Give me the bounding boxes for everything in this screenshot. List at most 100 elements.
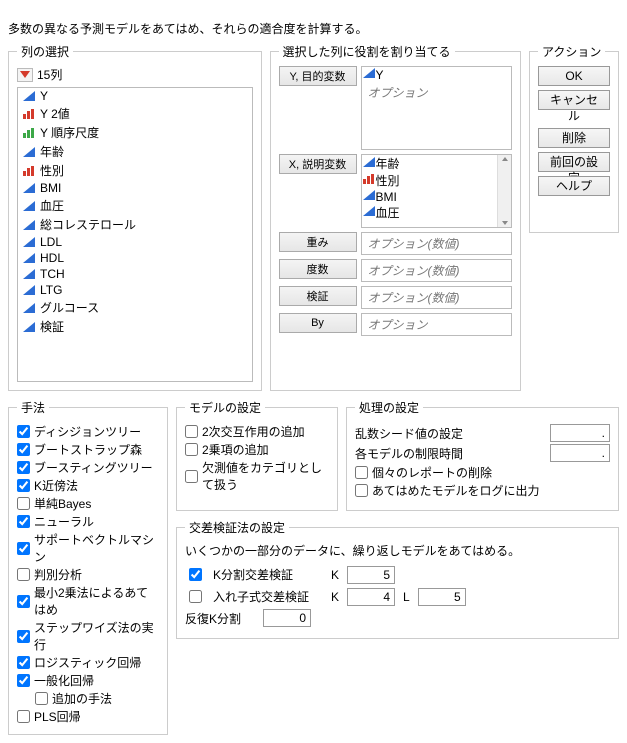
method-checkbox[interactable]: [35, 692, 48, 705]
method-checkbox[interactable]: [17, 497, 30, 510]
cont-blue-icon: [22, 219, 36, 231]
nested-k-input[interactable]: [347, 588, 395, 606]
role-y-button[interactable]: Y, 目的変数: [279, 66, 357, 86]
method-label[interactable]: 一般化回帰: [34, 672, 94, 689]
method-label[interactable]: 判別分析: [34, 566, 82, 583]
nested-l-input[interactable]: [418, 588, 466, 606]
method-label[interactable]: K近傍法: [34, 477, 78, 494]
proc-setting-label[interactable]: 個々のレポートの削除: [372, 464, 492, 481]
kfold-checkbox[interactable]: [189, 568, 202, 581]
method-label[interactable]: サポートベクトルマシン: [34, 531, 159, 565]
kfold-label[interactable]: K分割交差検証: [213, 566, 323, 583]
timelimit-input[interactable]: [550, 444, 610, 462]
role-by-box[interactable]: オプション: [361, 313, 513, 336]
method-checkbox[interactable]: [17, 674, 30, 687]
list-item[interactable]: HDL: [18, 250, 252, 266]
repeat-input[interactable]: [263, 609, 311, 627]
cont-blue-icon: [22, 146, 36, 158]
role-x-scrollbar[interactable]: [497, 155, 511, 227]
method-checkbox[interactable]: [17, 479, 30, 492]
model-setting-label[interactable]: 欠測値をカテゴリとして扱う: [202, 459, 329, 493]
role-x-box[interactable]: 年齢性別BMI血圧: [361, 154, 513, 228]
ok-button[interactable]: OK: [538, 66, 610, 86]
cancel-button[interactable]: キャンセル: [538, 90, 610, 110]
model-setting-label[interactable]: 2乗項の追加: [202, 441, 269, 458]
model-setting-checkbox[interactable]: [185, 425, 198, 438]
method-label[interactable]: ディシジョンツリー: [34, 423, 141, 440]
method-label[interactable]: ブースティングツリー: [34, 459, 153, 476]
list-item[interactable]: BMI: [18, 180, 252, 196]
kfold-k-input[interactable]: [347, 566, 395, 584]
method-label[interactable]: ブートストラップ森: [34, 441, 142, 458]
remove-button[interactable]: 削除: [538, 128, 610, 148]
role-x-button[interactable]: X, 説明変数: [279, 154, 357, 174]
list-item[interactable]: Y 2値: [18, 104, 252, 123]
method-item: 判別分析: [17, 566, 159, 583]
method-checkbox[interactable]: [17, 443, 30, 456]
method-checkbox[interactable]: [17, 630, 30, 643]
method-checkbox[interactable]: [17, 515, 30, 528]
model-setting-checkbox[interactable]: [185, 470, 198, 483]
list-item[interactable]: 検証: [18, 317, 252, 336]
method-item: ディシジョンツリー: [17, 423, 159, 440]
model-setting-checkbox[interactable]: [185, 443, 198, 456]
nested-checkbox[interactable]: [189, 590, 202, 603]
method-label[interactable]: 最小2乗法によるあてはめ: [34, 584, 159, 618]
method-checkbox[interactable]: [17, 542, 30, 555]
proc-setting-checkbox[interactable]: [355, 466, 368, 479]
method-checkbox[interactable]: [17, 425, 30, 438]
proc-settings-group: 処理の設定 乱数シード値の設定 各モデルの制限時間 個々のレポートの削除あてはめ…: [346, 399, 619, 511]
list-item[interactable]: LDL: [18, 234, 252, 250]
list-item-label: LDL: [40, 235, 62, 249]
method-label[interactable]: 追加の手法: [52, 690, 112, 707]
method-label[interactable]: 単純Bayes: [34, 495, 91, 512]
column-menu-button[interactable]: [17, 68, 33, 82]
list-item[interactable]: 血圧: [18, 196, 252, 215]
method-checkbox[interactable]: [17, 710, 30, 723]
method-item: 単純Bayes: [17, 495, 159, 512]
role-freq-button[interactable]: 度数: [279, 259, 357, 279]
list-item[interactable]: Y 順序尺度: [18, 123, 252, 142]
cont-blue-icon: [22, 182, 36, 194]
list-item[interactable]: TCH: [18, 266, 252, 282]
method-checkbox[interactable]: [17, 568, 30, 581]
seed-label: 乱数シード値の設定: [355, 425, 463, 442]
role-weight-box[interactable]: オプション(数値): [361, 232, 513, 255]
role-y-placeholder: オプション: [362, 82, 512, 103]
list-item[interactable]: 年齢: [362, 155, 512, 172]
list-item[interactable]: グルコース: [18, 298, 252, 317]
proc-setting-checkbox[interactable]: [355, 484, 368, 497]
list-item[interactable]: 年齢: [18, 142, 252, 161]
method-checkbox[interactable]: [17, 656, 30, 669]
method-checkbox[interactable]: [17, 595, 30, 608]
list-item[interactable]: BMI: [362, 189, 512, 204]
role-y-box[interactable]: Y オプション: [361, 66, 513, 150]
actions-legend: アクション: [538, 43, 605, 60]
method-checkbox[interactable]: [17, 461, 30, 474]
model-setting-label[interactable]: 2次交互作用の追加: [202, 423, 305, 440]
cont-blue-icon: [362, 205, 376, 217]
method-label[interactable]: PLS回帰: [34, 708, 81, 725]
column-listbox[interactable]: YY 2値Y 順序尺度年齢性別BMI血圧総コレステロールLDLHDLTCHLTG…: [17, 87, 253, 382]
list-item-label: Y: [376, 68, 384, 82]
role-weight-button[interactable]: 重み: [279, 232, 357, 252]
method-label[interactable]: ニューラル: [34, 513, 94, 530]
list-item[interactable]: Y: [362, 67, 512, 82]
list-item[interactable]: 総コレステロール: [18, 215, 252, 234]
proc-setting-label[interactable]: あてはめたモデルをログに出力: [372, 482, 540, 499]
list-item[interactable]: LTG: [18, 282, 252, 298]
role-freq-box[interactable]: オプション(数値): [361, 259, 513, 282]
list-item[interactable]: 性別: [362, 172, 512, 189]
list-item[interactable]: 血圧: [362, 204, 512, 221]
recall-button[interactable]: 前回の設定: [538, 152, 610, 172]
list-item[interactable]: 性別: [18, 161, 252, 180]
method-label[interactable]: ステップワイズ法の実行: [34, 619, 159, 653]
role-valid-button[interactable]: 検証: [279, 286, 357, 306]
help-button[interactable]: ヘルプ: [538, 176, 610, 196]
list-item[interactable]: Y: [18, 88, 252, 104]
method-label[interactable]: ロジスティック回帰: [34, 654, 141, 671]
nested-label[interactable]: 入れ子式交差検証: [213, 588, 323, 605]
role-by-button[interactable]: By: [279, 313, 357, 333]
seed-input[interactable]: [550, 424, 610, 442]
role-valid-box[interactable]: オプション(数値): [361, 286, 513, 309]
